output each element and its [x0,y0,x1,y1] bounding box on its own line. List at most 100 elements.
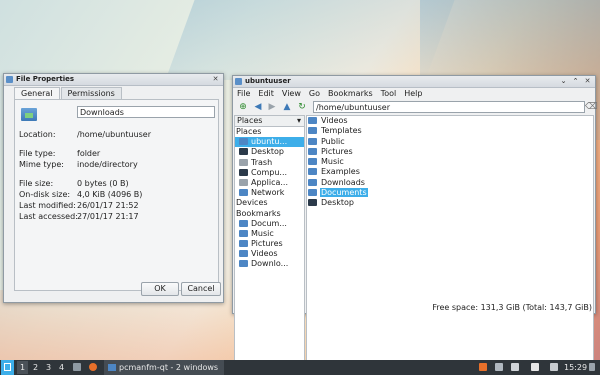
folder-templates-icon [308,127,317,135]
cancel-button[interactable]: Cancel [181,282,221,296]
chevron-down-icon: ▾ [296,116,301,125]
menu-file[interactable]: File [233,88,254,99]
file-properties-titlebar[interactable]: File Properties ✕ [4,74,223,86]
desktop-switch-2[interactable]: 2 [30,361,41,374]
clipboard-icon[interactable] [495,363,503,371]
sidebar-item-desktop[interactable]: Desktop [235,147,304,157]
clear-path-icon[interactable]: ⌫ [585,102,598,112]
clock[interactable]: 15:29 [564,360,587,375]
properties-app-icon [6,76,13,83]
places-sidebar: Places ▾ Places ubuntu... Desktop Trash … [234,115,305,371]
menu-bookmarks[interactable]: Bookmarks [324,88,377,99]
sidebar-item-applications[interactable]: Applica... [235,178,304,188]
update-notifier-icon[interactable] [479,363,487,371]
desktop-icon [239,148,248,156]
folder-icon [239,219,248,227]
file-manager-window: ubuntuuser ⌄ ⌃ ✕ File Edit View Go Bookm… [232,75,598,371]
maximize-icon[interactable]: ⌃ [571,77,580,86]
list-item-selected[interactable]: Documents [307,188,593,198]
status-bar: Free space: 131,3 GiB (Total: 143,7 GiB) [432,303,592,312]
list-item[interactable]: Examples [307,167,593,177]
folder-public-icon [308,137,317,145]
location-row: Location:/home/ubuntuuser [19,130,152,139]
computer-icon [239,168,248,176]
sidebar-item-network[interactable]: Network [235,188,304,198]
folder-music-icon [308,158,317,166]
folder-examples-icon [308,168,317,176]
desktop-switch-3[interactable]: 3 [43,361,54,374]
sidebar-item-documents[interactable]: Docum... [235,219,304,229]
task-button-pcmanfm[interactable]: pcmanfm-qt - 2 windows [104,360,224,375]
mime-type-row: Mime type: inode/directory [19,160,138,169]
back-arrow-icon[interactable]: ◀ [253,102,263,112]
forward-arrow-icon[interactable]: ▶ [267,102,277,112]
folder-icon [239,229,248,237]
general-panel: Downloads Location:/home/ubuntuuser File… [14,99,219,291]
file-manager-app-icon [235,78,242,85]
folder-icon [239,250,248,258]
file-size-row: File size: 0 bytes (0 B) [19,179,129,188]
file-type-row: File type: folder [19,149,101,158]
file-name-field[interactable]: Downloads [77,106,215,118]
menu-go[interactable]: Go [305,88,324,99]
on-disk-size-row: On-disk size: 4,0 KiB (4096 B) [19,190,143,199]
sidebar-item-downloads[interactable]: Downlo... [235,259,304,269]
task-label: pcmanfm-qt - 2 windows [119,363,219,372]
list-item[interactable]: Templates [307,126,593,136]
taskbar: 1 2 3 4 pcmanfm-qt - 2 windows 15:29 [0,360,600,375]
ok-button[interactable]: OK [141,282,179,296]
sidebar-item-pictures[interactable]: Pictures [235,239,304,249]
sidebar-item-trash[interactable]: Trash [235,158,304,168]
reload-icon[interactable]: ↻ [297,102,307,112]
show-desktop-corner-icon[interactable] [589,363,595,371]
volume-icon[interactable] [531,363,539,371]
folder-videos-icon [308,117,317,124]
sidebar-item-videos[interactable]: Videos [235,249,304,259]
keyboard-icon[interactable] [511,363,519,371]
list-item[interactable]: Desktop [307,198,593,208]
firefox-icon[interactable] [89,363,97,371]
toolbar: ⊕ ◀ ▶ ▲ ↻ /home/ubuntuuser ⌫ [233,100,598,114]
sidebar-item-computer[interactable]: Compu... [235,168,304,178]
close-icon[interactable]: ✕ [211,75,220,84]
network-icon [239,189,248,197]
file-properties-window: File Properties ✕ General Permissions Do… [3,73,224,303]
folder-documents-icon [308,189,317,197]
folder-icon [239,240,248,248]
desktop-switch-4[interactable]: 4 [56,361,67,374]
network-icon[interactable] [550,363,558,371]
file-properties-title: File Properties [16,75,75,83]
file-manager-titlebar[interactable]: ubuntuuser ⌄ ⌃ ✕ [233,76,595,88]
bookmarks-group-label[interactable]: Bookmarks [235,209,304,219]
list-item[interactable]: Music [307,157,593,167]
up-arrow-icon[interactable]: ▲ [282,102,292,112]
list-item[interactable]: Downloads [307,178,593,188]
show-desktop-icon[interactable] [73,363,81,371]
places-group-label[interactable]: Places [235,127,304,137]
path-input[interactable]: /home/ubuntuuser [313,101,585,113]
menu-view[interactable]: View [278,88,305,99]
menu-tool[interactable]: Tool [377,88,401,99]
start-menu-button[interactable] [1,360,14,375]
desktop-switch-1[interactable]: 1 [17,361,28,374]
file-manager-title: ubuntuuser [245,77,291,85]
folder-desktop-icon [308,199,317,207]
folder-pictures-icon [308,147,317,155]
chevron-down-icon[interactable]: ⌄ [559,77,568,86]
wallpaper-shape [165,0,455,80]
sidebar-item-music[interactable]: Music [235,229,304,239]
last-accessed-row: Last accessed:27/01/17 21:17 [19,212,139,221]
sidebar-mode-select[interactable]: Places ▾ [235,116,304,127]
folder-downloads-icon[interactable] [21,108,37,121]
list-item[interactable]: Pictures [307,147,593,157]
devices-group-label[interactable]: Devices [235,198,304,208]
list-item[interactable]: Videos [307,116,593,126]
menu-help[interactable]: Help [400,88,426,99]
menu-edit[interactable]: Edit [254,88,278,99]
close-icon[interactable]: ✕ [583,77,592,86]
folder-icon [108,364,116,371]
menu-icon [4,363,11,371]
sidebar-item-home[interactable]: ubuntu... [235,137,304,148]
list-item[interactable]: Public [307,137,593,147]
new-tab-icon[interactable]: ⊕ [238,102,248,112]
